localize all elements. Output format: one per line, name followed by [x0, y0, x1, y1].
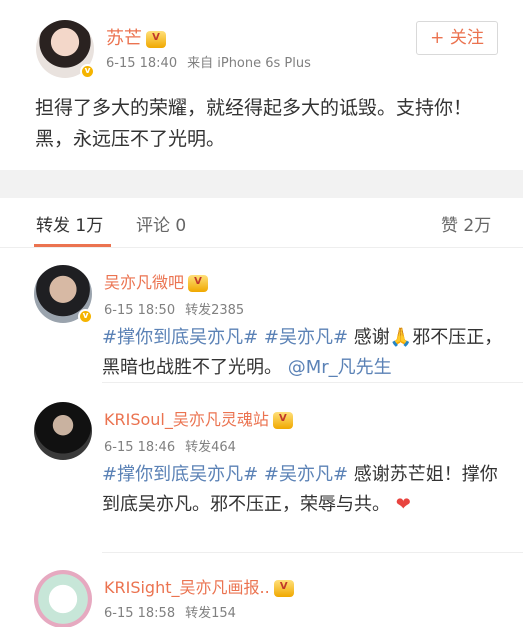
verified-icon: v	[80, 64, 95, 79]
repost-count: 转发154	[185, 606, 236, 621]
post-source: 来自 iPhone 6s Plus	[187, 56, 311, 71]
vip-crown-icon	[272, 412, 293, 429]
user-name-label[interactable]: 吴亦凡微吧	[104, 273, 184, 292]
hashtag-link[interactable]: #撑你到底吴亦凡#	[102, 464, 258, 485]
list-item: v 吴亦凡微吧 6-15 18:50 转发2385 #撑你到底吴亦凡# #吴亦凡#…	[0, 249, 523, 384]
tab-like[interactable]: 赞 2万	[441, 211, 491, 236]
hashtag-link[interactable]: #吴亦凡#	[264, 327, 348, 348]
vip-crown-icon	[146, 30, 166, 48]
author-name[interactable]: 苏芒	[106, 24, 166, 50]
tab-repost[interactable]: 转发 1万	[36, 211, 103, 236]
vip-crown-icon	[273, 580, 294, 597]
interaction-tabs: 转发 1万 评论 0 赞 2万	[0, 198, 523, 248]
user-avatar[interactable]	[34, 402, 92, 460]
repost-count: 转发2385	[185, 303, 245, 318]
user-name[interactable]: 吴亦凡微吧	[104, 269, 209, 293]
mention-link[interactable]: @Mr_凡先生	[288, 357, 392, 378]
hashtag-link[interactable]: #撑你到底吴亦凡#	[102, 327, 258, 348]
follow-button[interactable]: + 关注	[416, 21, 498, 55]
comment-meta: 6-15 18:58 转发154	[104, 602, 246, 621]
post-text: 担得了多大的荣耀，就经得起多大的诋毁。支持你！黑，永远压不了光明。	[35, 97, 473, 150]
comment-time: 6-15 18:50	[104, 303, 176, 318]
repost-count: 转发464	[185, 440, 236, 455]
divider	[102, 382, 523, 383]
post-card: v 苏芒 6-15 18:40 来自 iPhone 6s Plus + 关注 担得…	[0, 0, 523, 170]
user-name[interactable]: KRISight_吴亦凡画报..	[104, 574, 294, 598]
list-item: KRISight_吴亦凡画报.. 6-15 18:58 转发154	[0, 556, 523, 627]
post-time: 6-15 18:40	[106, 56, 178, 71]
post-meta: 6-15 18:40 来自 iPhone 6s Plus	[106, 52, 321, 71]
comment-meta: 6-15 18:46 转发464	[104, 436, 246, 455]
comment-text: #撑你到底吴亦凡# #吴亦凡# 感谢🙏邪不压正，黑暗也战胜不了光明。 @Mr_凡…	[102, 323, 507, 383]
heart-icon: ❤	[395, 494, 411, 515]
divider	[102, 552, 523, 553]
comment-text: #撑你到底吴亦凡# #吴亦凡# 感谢苏芒姐！撑你到底吴亦凡。邪不压正，荣辱与共。…	[102, 460, 507, 520]
vip-crown-icon	[188, 275, 209, 292]
user-name[interactable]: KRISoul_吴亦凡灵魂站	[104, 406, 293, 430]
user-name-label[interactable]: KRISoul_吴亦凡灵魂站	[104, 410, 269, 429]
user-avatar[interactable]	[34, 570, 92, 627]
user-name-label[interactable]: KRISight_吴亦凡画报..	[104, 578, 270, 597]
tab-comment[interactable]: 评论 0	[136, 211, 186, 236]
active-tab-indicator	[34, 244, 111, 247]
author-name-label[interactable]: 苏芒	[106, 28, 142, 49]
comment-time: 6-15 18:58	[104, 606, 176, 621]
comment-meta: 6-15 18:50 转发2385	[104, 299, 254, 318]
list-item: KRISoul_吴亦凡灵魂站 6-15 18:46 转发464 #撑你到底吴亦凡#…	[0, 386, 523, 554]
verified-icon: v	[78, 309, 93, 324]
comment-time: 6-15 18:46	[104, 440, 176, 455]
hashtag-link[interactable]: #吴亦凡#	[264, 464, 348, 485]
section-divider	[0, 170, 523, 198]
